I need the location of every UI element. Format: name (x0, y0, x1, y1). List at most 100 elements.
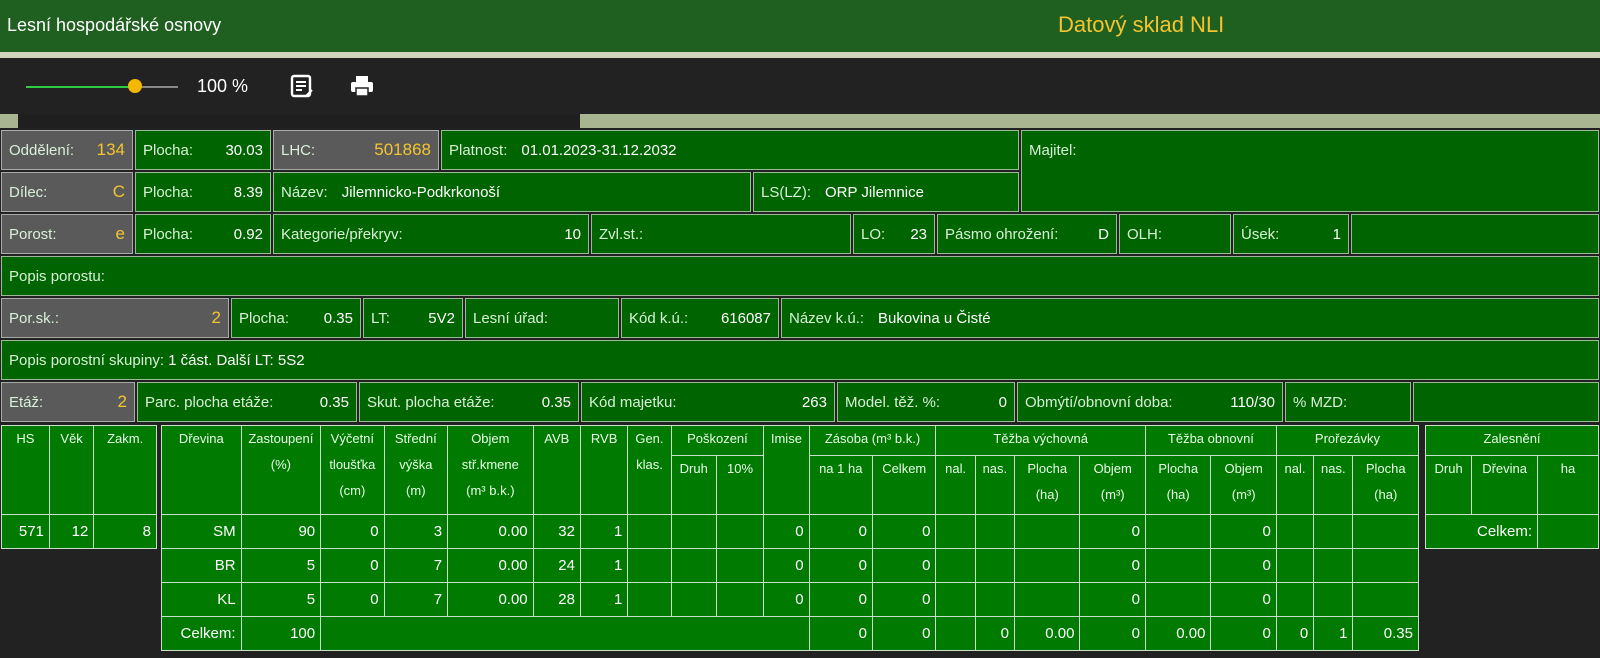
cell-vycetni: 0 (320, 582, 385, 617)
porost-cell: Porost: e (1, 214, 133, 254)
nazev-ku-cell: Název k.ú.: Bukovina u Čisté (781, 298, 1599, 338)
ls-value: ORP Jilemnice (825, 183, 924, 201)
plocha-label: Plocha: (143, 225, 194, 243)
cell-drevina: SM (161, 514, 242, 549)
print-button[interactable] (348, 72, 376, 100)
header-prorezavky: Prořezávky (1275, 425, 1420, 456)
lesni-urad-cell: Lesní úřad: (465, 298, 619, 338)
lhc-label: LHC: (281, 141, 316, 159)
kod-majetku-label: Kód majetku: (589, 393, 677, 411)
cell-na1ha: 0 (808, 548, 874, 583)
vek-value: 12 (48, 514, 95, 549)
header-tezba-obnovni: Těžba obnovní (1144, 425, 1277, 456)
etaz-label: Etáž: (9, 393, 44, 411)
header-imise: Imise (763, 425, 810, 515)
cell-imise: 0 (763, 548, 810, 583)
zalesneni-title: Zalesnění (1425, 425, 1599, 456)
cell-na1ha: 0 (808, 514, 874, 549)
plocha-value: 30.03 (225, 141, 263, 159)
popis-porostu-cell: Popis porostu: (1, 256, 1599, 296)
nazev-ku-value: Bukovina u Čisté (878, 309, 991, 327)
cell-stredni: 3 (383, 514, 449, 549)
model-label: Model. těž. %: (845, 393, 941, 411)
header-druh: Druh (670, 455, 717, 515)
obmyti-label: Obmýtí/obnovní doba: (1025, 393, 1173, 411)
header-pr-nas: nas. (1313, 455, 1354, 515)
zalesneni-druh-header: Druh (1424, 455, 1473, 515)
skut-label: Skut. plocha etáže: (367, 393, 495, 411)
zoom-slider-fill (26, 86, 136, 88)
parc-label: Parc. plocha etáže: (145, 393, 274, 411)
header-gen: Gen. klas. (627, 425, 672, 515)
oddeleni-label: Oddělení: (9, 141, 75, 159)
model-cell: Model. těž. %: 0 (837, 382, 1015, 422)
row7-empty-cell (1413, 382, 1599, 422)
skut-value: 0.35 (541, 393, 571, 411)
kod-ku-label: Kód k.ú.: (629, 309, 689, 327)
vek-header: Věk (48, 425, 95, 515)
cell-zastoupeni: 5 (240, 582, 322, 617)
plocha-value: 0.92 (233, 225, 263, 243)
cell-celkem: 0 (871, 548, 937, 583)
popis-skupiny-label: Popis porostní skupiny: (9, 351, 165, 369)
kod-majetku-cell: Kód majetku: 263 (581, 382, 835, 422)
cell-zastoupeni: 5 (240, 548, 322, 583)
lhc-cell: LHC: 501868 (273, 130, 439, 170)
parc-cell: Parc. plocha etáže: 0.35 (137, 382, 357, 422)
total-label: Celkem: (161, 616, 242, 651)
cell-avb: 24 (532, 548, 581, 583)
plocha-label: Plocha: (143, 183, 194, 201)
notes-icon (290, 74, 313, 98)
cell-tv-objem: 0 (1079, 514, 1146, 549)
print-icon (351, 76, 373, 97)
header-to-plocha: Plocha (ha) (1144, 455, 1212, 515)
cell-rvb: 1 (579, 582, 629, 617)
porsk-value: 2 (211, 308, 221, 327)
olh-label: OLH: (1127, 225, 1163, 243)
cell-drevina: KL (161, 582, 242, 617)
cell-rvb: 1 (579, 514, 629, 549)
porost-plocha-cell: Plocha: 0.92 (135, 214, 271, 254)
cell-imise: 0 (763, 582, 810, 617)
header-tv-nas: nas. (974, 455, 1016, 515)
total-to-objem: 0 (1210, 616, 1277, 651)
cell-na1ha: 0 (808, 582, 874, 617)
usek-cell: Úsek: 1 (1233, 214, 1349, 254)
zalesneni-table: Zalesnění Druh Dřevina ha Celkem: (1424, 425, 1599, 549)
cell-objem: 0.00 (447, 514, 534, 549)
popis-porostu-label: Popis porostu: (9, 267, 105, 285)
notes-button[interactable] (288, 72, 316, 100)
olh-cell: OLH: (1119, 214, 1231, 254)
header-to-objem: Objem (m³) (1210, 455, 1277, 515)
lesni-urad-label: Lesní úřad: (473, 309, 549, 327)
total-tv-plocha: 0.00 (1014, 616, 1081, 651)
etaz-value: 2 (117, 392, 127, 411)
total-pr-nas: 1 (1313, 616, 1354, 651)
app-header: Lesní hospodářské osnovy Datový sklad NL… (0, 0, 1600, 52)
oddeleni-plocha-cell: Plocha: 30.03 (135, 130, 271, 170)
lhc-value: 501868 (374, 140, 431, 159)
oddeleni-cell: Oddělení: 134 (1, 130, 133, 170)
tree-species-table: Dřevina Zastoupení (%) Výčetní tloušťka (cm… (161, 425, 1420, 651)
plocha-label: Plocha: (239, 309, 290, 327)
header-drevina: Dřevina (161, 425, 242, 515)
porost-label: Porost: (9, 225, 57, 243)
header-zasoba: Zásoba (m³ b.k.) (808, 425, 937, 456)
cell-celkem: 0 (871, 582, 937, 617)
header-objem: Objem stř.kmene (m³ b.k.) (447, 425, 534, 515)
zoom-slider-thumb[interactable] (128, 79, 143, 93)
dilec-plocha-cell: Plocha: 8.39 (135, 172, 271, 212)
mzd-cell: % MZD: (1285, 382, 1411, 422)
skut-cell: Skut. plocha etáže: 0.35 (359, 382, 579, 422)
plocha-value: 0.35 (323, 309, 353, 327)
brand-title[interactable]: Datový sklad NLI (1058, 12, 1224, 38)
cell-vycetni: 0 (320, 514, 385, 549)
zoom-slider[interactable] (26, 79, 178, 93)
map-edge (580, 114, 1600, 128)
nazev-cell: Název: Jilemnicko-Podkrkonoší (273, 172, 751, 212)
cell-tv-objem: 0 (1079, 582, 1146, 617)
cell-vycetni: 0 (320, 548, 385, 583)
cell-avb: 32 (532, 514, 581, 549)
lo-label: LO: (861, 225, 886, 243)
lo-value: 23 (910, 225, 927, 243)
